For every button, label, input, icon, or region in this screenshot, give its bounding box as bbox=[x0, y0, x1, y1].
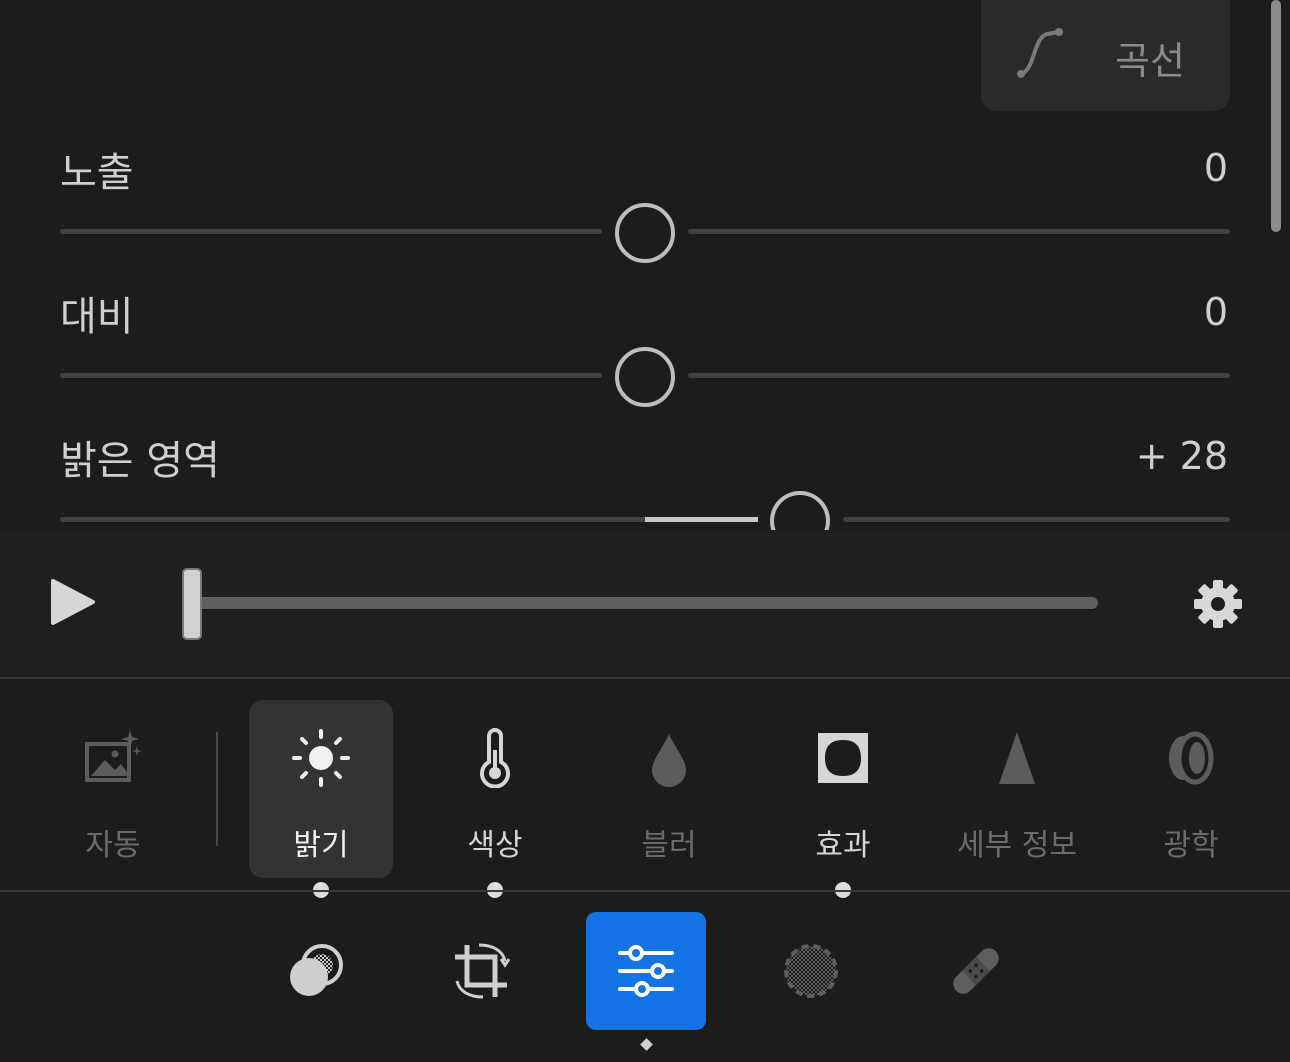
exposure-track-right[interactable] bbox=[688, 229, 1230, 234]
crop-rotate-icon bbox=[455, 943, 511, 999]
contrast-slider-knob[interactable] bbox=[615, 347, 675, 407]
gear-icon[interactable] bbox=[1190, 576, 1246, 632]
tab-separator bbox=[216, 732, 218, 846]
divider-bottom bbox=[0, 890, 1290, 892]
play-icon[interactable] bbox=[50, 578, 96, 626]
tab-detail[interactable]: 세부 정보 bbox=[945, 700, 1089, 878]
contrast-track-right[interactable] bbox=[688, 373, 1230, 378]
sliders-icon bbox=[618, 945, 674, 997]
tab-optics-label: 광학 bbox=[1163, 828, 1219, 863]
masking-icon bbox=[784, 944, 838, 998]
auto-photo-icon bbox=[85, 730, 142, 782]
tab-auto[interactable]: 자동 bbox=[41, 700, 185, 878]
masking-button[interactable] bbox=[751, 912, 871, 1030]
divider-top bbox=[0, 677, 1290, 679]
tab-blur-label: 블러 bbox=[641, 828, 697, 863]
timeline-track[interactable] bbox=[192, 597, 1098, 609]
curve-icon bbox=[1017, 28, 1063, 78]
lens-icon bbox=[1169, 731, 1214, 785]
timeline-handle[interactable] bbox=[182, 568, 202, 640]
tab-light[interactable]: 밝기 bbox=[249, 700, 393, 898]
active-tool-indicator bbox=[640, 1038, 653, 1051]
edit-sliders-button[interactable] bbox=[586, 912, 706, 1030]
exposure-value[interactable]: 0 bbox=[1204, 146, 1228, 190]
highlights-slider-knob[interactable] bbox=[770, 491, 830, 530]
sun-icon bbox=[292, 729, 350, 787]
contrast-track-left[interactable] bbox=[60, 373, 602, 378]
contrast-value[interactable]: 0 bbox=[1204, 290, 1228, 334]
highlights-track-right[interactable] bbox=[843, 517, 1230, 522]
healing-button[interactable] bbox=[916, 912, 1036, 1030]
tab-blur[interactable]: 블러 bbox=[597, 700, 741, 878]
exposure-label: 노출 bbox=[60, 150, 134, 196]
exposure-slider-knob[interactable] bbox=[615, 203, 675, 263]
tab-color[interactable]: 색상 bbox=[423, 700, 567, 898]
exposure-track-left[interactable] bbox=[60, 229, 602, 234]
drop-icon bbox=[652, 734, 686, 787]
curve-label: 곡선 bbox=[1115, 39, 1185, 83]
triangle-icon bbox=[999, 732, 1035, 784]
healing-icon bbox=[953, 948, 999, 994]
adjust-panel: 곡선 노출 0 대비 0 밝은 영역 + 28 bbox=[0, 0, 1290, 530]
tab-auto-label: 자동 bbox=[85, 828, 141, 863]
tab-effects-label: 효과 bbox=[815, 828, 871, 863]
presets-icon bbox=[290, 944, 343, 996]
tab-light-label: 밝기 bbox=[293, 828, 349, 863]
tab-effects[interactable]: 효과 bbox=[771, 700, 915, 898]
crop-rotate-button[interactable] bbox=[421, 912, 541, 1030]
vignette-icon bbox=[818, 733, 868, 783]
highlights-fill bbox=[645, 517, 758, 522]
tab-optics[interactable]: 광학 bbox=[1119, 700, 1263, 878]
scrollbar-thumb[interactable] bbox=[1271, 0, 1281, 232]
thermometer-icon bbox=[480, 728, 510, 788]
tab-detail-label: 세부 정보 bbox=[957, 828, 1077, 863]
highlights-label: 밝은 영역 bbox=[60, 438, 220, 484]
contrast-label: 대비 bbox=[60, 294, 134, 340]
highlights-value[interactable]: + 28 bbox=[1136, 434, 1228, 478]
tab-color-label: 색상 bbox=[467, 828, 523, 863]
curve-button[interactable]: 곡선 bbox=[981, 0, 1230, 111]
presets-button[interactable] bbox=[256, 912, 376, 1030]
